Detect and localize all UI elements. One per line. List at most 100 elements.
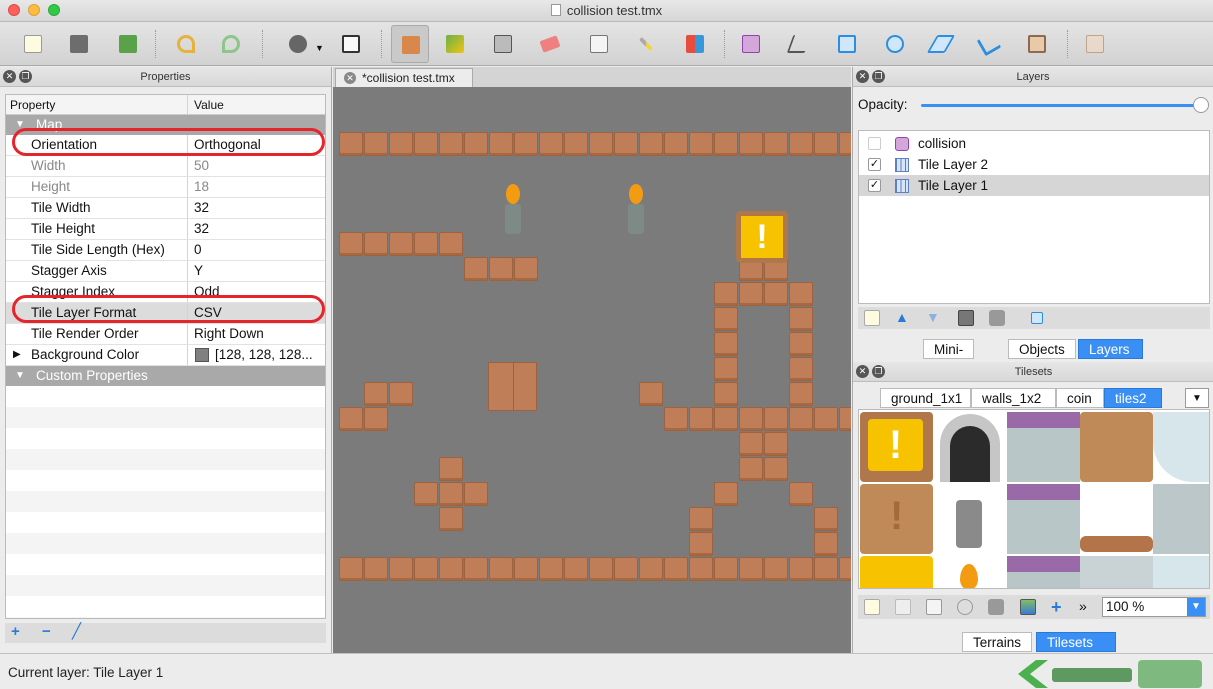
tab-tilesets[interactable]: Tilesets	[1036, 632, 1116, 652]
document-tab[interactable]: ✕ *collision test.tmx	[335, 68, 473, 87]
property-row-width[interactable]: Width 50	[6, 156, 325, 177]
tile-dirt-block[interactable]	[1080, 412, 1153, 482]
column-header-value[interactable]: Value	[189, 95, 325, 114]
dice-button[interactable]	[336, 29, 366, 59]
insert-template-button[interactable]	[1080, 29, 1110, 59]
tab-walls-1x2[interactable]: walls_1x2	[971, 388, 1056, 408]
tileset-view[interactable]: ! !	[858, 409, 1210, 589]
random-mode-button[interactable]: ▼	[283, 29, 324, 59]
color-swatch[interactable]	[195, 348, 209, 362]
export-tileset-icon[interactable]	[926, 599, 942, 615]
layer-item-collision[interactable]: collision	[859, 133, 1209, 154]
select-objects-button[interactable]	[736, 29, 766, 59]
tab-terrains[interactable]: Terrains	[962, 632, 1033, 652]
rectangle-select-button[interactable]	[584, 29, 614, 59]
map-canvas[interactable]: !	[333, 87, 851, 653]
remove-property-icon[interactable]: −	[42, 623, 51, 641]
property-row-tile-width[interactable]: Tile Width 32	[6, 198, 325, 219]
toggle-other-layers-icon[interactable]	[1031, 312, 1043, 324]
tab-layers[interactable]: Layers	[1078, 339, 1143, 359]
property-value[interactable]: 32	[189, 219, 325, 239]
open-button[interactable]	[64, 29, 94, 59]
float-icon[interactable]: ❐	[19, 70, 32, 83]
property-value[interactable]: 32	[189, 198, 325, 218]
redo-button[interactable]	[216, 29, 246, 59]
tile-exclaim-box[interactable]: !	[860, 412, 933, 482]
bucket-fill-button[interactable]	[488, 29, 518, 59]
column-header-property[interactable]: Property	[6, 95, 188, 114]
insert-tile-button[interactable]	[1022, 29, 1052, 59]
chevron-down-icon[interactable]: ▼	[1187, 598, 1205, 616]
float-icon[interactable]: ❐	[872, 70, 885, 83]
property-row-height[interactable]: Height 18	[6, 177, 325, 198]
layer-item-tile-layer-1[interactable]: ✓ Tile Layer 1	[859, 175, 1209, 196]
tile-ice-corner[interactable]	[1153, 412, 1209, 482]
terrain-brush-button[interactable]	[440, 29, 470, 59]
property-value[interactable]: Right Down	[189, 324, 325, 344]
delete-layer-icon[interactable]	[989, 310, 1005, 326]
add-layer-icon[interactable]	[864, 310, 880, 326]
tile-ice-wall[interactable]	[1153, 484, 1209, 554]
lower-layer-icon[interactable]: ▼	[926, 310, 942, 326]
close-tab-icon[interactable]: ✕	[344, 72, 356, 84]
tile-torch-base[interactable]	[934, 484, 1007, 554]
stamp-brush-button[interactable]	[391, 25, 429, 63]
tile-exclaim-box-2[interactable]	[860, 556, 933, 588]
property-value-color[interactable]: [128, 128, 128...	[189, 345, 325, 365]
new-tileset-icon[interactable]	[864, 599, 880, 615]
tab-ground-1x1[interactable]: ground_1x1	[880, 388, 971, 408]
tab-coin[interactable]: coin	[1056, 388, 1104, 408]
tile-stone[interactable]	[1080, 556, 1153, 588]
tileset-menu-button[interactable]: ▼	[1185, 388, 1209, 408]
eraser-button[interactable]	[535, 29, 565, 59]
tab-mini-map[interactable]: Mini-map	[923, 339, 975, 376]
tileset-properties-icon[interactable]	[957, 599, 973, 615]
tile-ice-top[interactable]	[1153, 556, 1209, 588]
tile-platform[interactable]	[1080, 484, 1153, 554]
new-map-button[interactable]	[18, 29, 48, 59]
magic-wand-button[interactable]	[632, 29, 662, 59]
save-button[interactable]	[113, 29, 143, 59]
group-custom-properties[interactable]: ▼ Custom Properties	[6, 366, 325, 386]
raise-layer-icon[interactable]: ▲	[895, 310, 911, 326]
edit-polygons-button[interactable]	[784, 29, 814, 59]
property-row-tile-height[interactable]: Tile Height 32	[6, 219, 325, 240]
import-tileset-icon[interactable]	[895, 599, 911, 615]
layer-item-tile-layer-2[interactable]: ✓ Tile Layer 2	[859, 154, 1209, 175]
edit-tileset-icon[interactable]	[1020, 599, 1036, 615]
float-icon[interactable]: ❐	[872, 365, 885, 378]
tile-fire[interactable]	[934, 556, 1007, 588]
tab-tiles2[interactable]: tiles2	[1104, 388, 1162, 408]
layer-visibility-checkbox[interactable]: ✓	[868, 158, 881, 171]
opacity-slider[interactable]	[921, 104, 1201, 107]
insert-ellipse-button[interactable]	[880, 29, 910, 59]
tile-exclaim-used[interactable]: !	[860, 484, 933, 554]
opacity-slider-handle[interactable]	[1193, 97, 1209, 113]
undo-button[interactable]	[171, 29, 201, 59]
close-icon[interactable]: ✕	[856, 365, 869, 378]
property-row-stagger-axis[interactable]: Stagger Axis Y	[6, 261, 325, 282]
tile-zigzag-2[interactable]	[1007, 484, 1080, 554]
insert-polyline-button[interactable]	[974, 29, 1004, 59]
select-same-tile-button[interactable]	[680, 29, 710, 59]
property-value[interactable]: 0	[189, 240, 325, 260]
property-value[interactable]: Y	[189, 261, 325, 281]
rename-property-icon[interactable]: ╱	[72, 623, 81, 641]
tile-zigzag[interactable]	[1007, 412, 1080, 482]
duplicate-layer-icon[interactable]	[958, 310, 974, 326]
property-row-tile-side-length[interactable]: Tile Side Length (Hex) 0	[6, 240, 325, 261]
close-icon[interactable]: ✕	[856, 70, 869, 83]
tile-doorway[interactable]	[934, 412, 1007, 482]
tab-objects[interactable]: Objects	[1008, 339, 1076, 359]
close-icon[interactable]: ✕	[3, 70, 16, 83]
delete-tileset-icon[interactable]	[988, 599, 1004, 615]
layer-visibility-checkbox[interactable]: ✓	[868, 179, 881, 192]
layer-visibility-checkbox[interactable]	[868, 137, 881, 150]
more-icon[interactable]: »	[1079, 598, 1087, 614]
add-tiles-icon[interactable]: +	[1051, 597, 1067, 617]
insert-rectangle-button[interactable]	[832, 29, 862, 59]
tile-zigzag-3[interactable]	[1007, 556, 1080, 588]
insert-polygon-button[interactable]	[926, 29, 956, 59]
property-row-tile-render-order[interactable]: Tile Render Order Right Down	[6, 324, 325, 345]
zoom-select[interactable]: 100 % ▼	[1102, 597, 1206, 617]
